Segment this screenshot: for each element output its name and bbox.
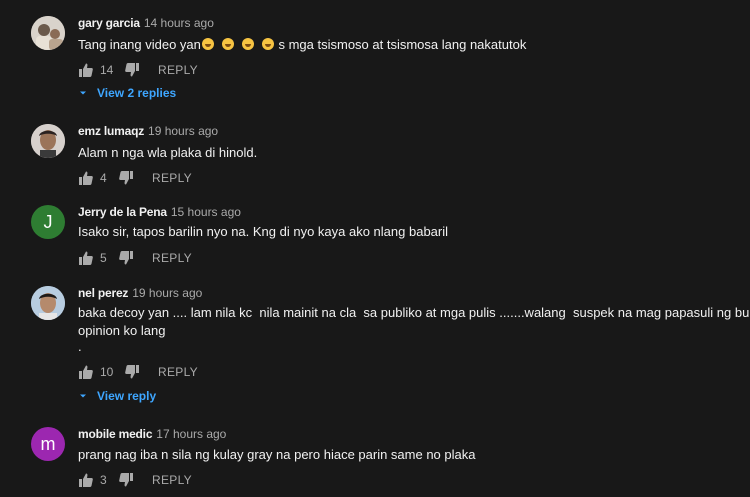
view-replies-button[interactable]: View 2 replies xyxy=(78,86,176,100)
like-count: 4 xyxy=(100,171,107,185)
avatar[interactable]: m xyxy=(31,427,65,461)
view-replies-button[interactable]: View reply xyxy=(78,389,156,403)
comment-header: gary garcia 14 hours ago xyxy=(78,16,214,30)
avatar-photo-icon xyxy=(31,16,65,50)
avatar-letter: m xyxy=(40,433,56,454)
thumbs-up-icon[interactable] xyxy=(78,170,94,186)
avatar-letter: J xyxy=(43,211,53,232)
like-count: 5 xyxy=(100,251,107,265)
author-name[interactable]: emz lumaqz xyxy=(78,124,144,138)
reply-button[interactable]: REPLY xyxy=(152,473,192,487)
like-count: 14 xyxy=(100,63,114,77)
rofl-emoji-icon xyxy=(261,38,274,50)
rofl-emoji-icon xyxy=(221,38,234,50)
thumbs-up-icon[interactable] xyxy=(78,364,94,380)
thumbs-up-icon[interactable] xyxy=(78,250,94,266)
comments-section: gary garcia 14 hours ago Tang inang video… xyxy=(0,0,750,497)
like-count: 3 xyxy=(100,473,107,487)
avatar[interactable]: J xyxy=(31,205,65,239)
timestamp[interactable]: 19 hours ago xyxy=(148,124,218,138)
rofl-emoji-icon xyxy=(201,38,214,50)
timestamp[interactable]: 14 hours ago xyxy=(144,16,214,30)
thumbs-down-icon[interactable] xyxy=(118,170,134,186)
thumbs-down-icon[interactable] xyxy=(118,472,134,488)
author-name[interactable]: Jerry de la Pena xyxy=(78,205,167,219)
caret-down-icon xyxy=(80,91,86,95)
author-name[interactable]: gary garcia xyxy=(78,16,140,30)
reply-button[interactable]: REPLY xyxy=(158,365,198,379)
avatar[interactable] xyxy=(31,124,65,158)
author-name[interactable]: mobile medic xyxy=(78,427,152,441)
avatar-photo-icon xyxy=(31,286,65,320)
comment-text: prang nag iba n sila ng kulay gray na pe… xyxy=(78,447,476,462)
like-count: 10 xyxy=(100,365,114,379)
comment-actions: 14 REPLY xyxy=(78,60,198,80)
rofl-emoji-icon xyxy=(241,38,254,50)
comment-text: Isako sir, tapos barilin nyo na. Kng di … xyxy=(78,224,449,239)
comment-text: Tang inang video yan s mga tsismoso at t… xyxy=(78,36,526,54)
comment-text-line: baka decoy yan .... lam nila kc nila mai… xyxy=(78,305,750,320)
timestamp[interactable]: 19 hours ago xyxy=(132,286,202,300)
comment-header: Jerry de la Pena 15 hours ago xyxy=(78,205,241,219)
comment-actions: 4 REPLY xyxy=(78,168,192,188)
author-name[interactable]: nel perez xyxy=(78,286,128,300)
caret-down-icon xyxy=(80,394,86,398)
comment-text-line: opinion ko lang xyxy=(78,323,166,338)
thumbs-down-icon[interactable] xyxy=(124,62,140,78)
timestamp[interactable]: 15 hours ago xyxy=(171,205,241,219)
comment-actions: 10 REPLY xyxy=(78,362,198,382)
timestamp[interactable]: 17 hours ago xyxy=(156,427,226,441)
avatar[interactable] xyxy=(31,286,65,320)
view-replies-label: View 2 replies xyxy=(97,86,177,100)
comment-text-part: Tang inang video yan xyxy=(78,37,201,52)
thumbs-up-icon[interactable] xyxy=(78,62,94,78)
comment-header: nel perez 19 hours ago xyxy=(78,286,202,300)
comment-header: emz lumaqz 19 hours ago xyxy=(78,124,218,138)
comment-text-part: s mga tsismoso at tsismosa lang nakatuto… xyxy=(274,37,527,52)
avatar-photo-icon xyxy=(31,124,65,158)
thumbs-up-icon[interactable] xyxy=(78,472,94,488)
reply-button[interactable]: REPLY xyxy=(158,63,198,77)
reply-button[interactable]: REPLY xyxy=(152,251,192,265)
reply-button[interactable]: REPLY xyxy=(152,171,192,185)
comment-header: mobile medic 17 hours ago xyxy=(78,427,226,441)
avatar[interactable] xyxy=(31,16,65,50)
view-replies-label: View reply xyxy=(97,389,157,403)
comment-actions: 3 REPLY xyxy=(78,470,192,490)
comment-actions: 5 REPLY xyxy=(78,248,192,268)
thumbs-down-icon[interactable] xyxy=(118,250,134,266)
comment-text: Alam n nga wla plaka di hinold. xyxy=(78,145,258,160)
comment-text-line: . xyxy=(78,339,82,354)
thumbs-down-icon[interactable] xyxy=(124,364,140,380)
